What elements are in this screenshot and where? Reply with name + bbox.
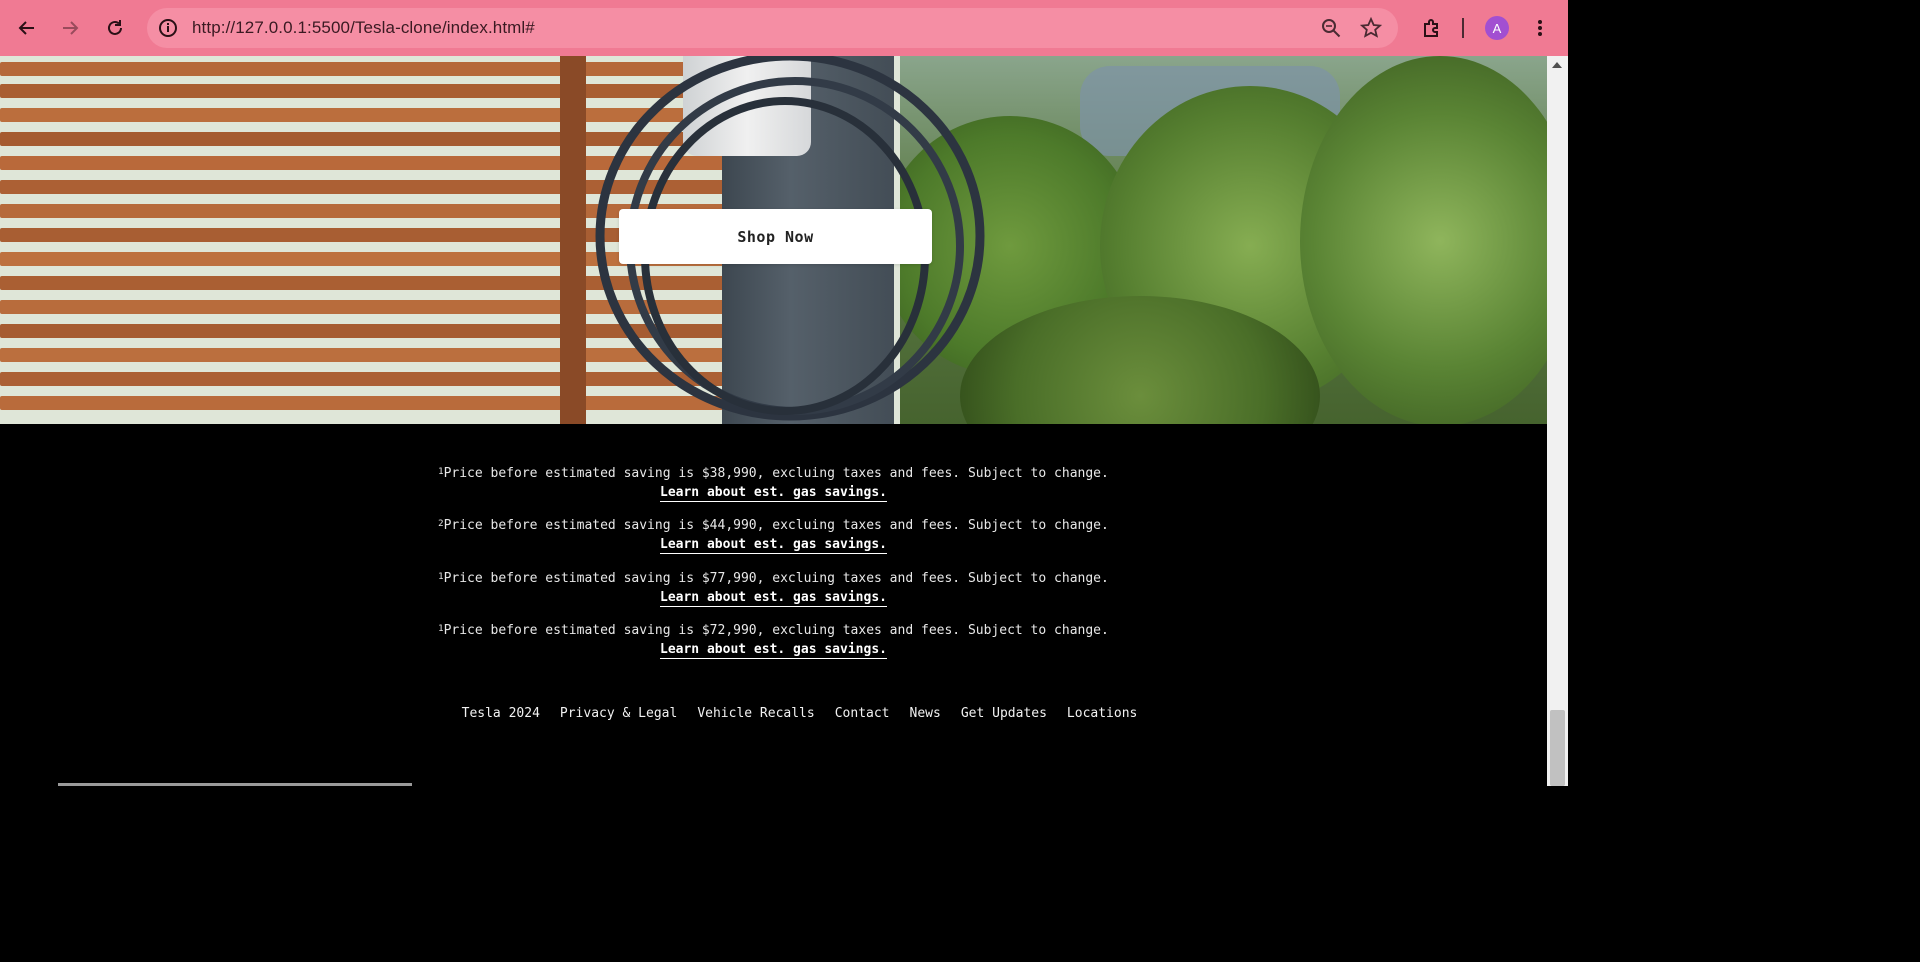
bookmark-star-icon[interactable] — [1359, 16, 1383, 43]
browser-toolbar: http://127.0.0.1:5500/Tesla-clone/index.… — [0, 0, 1568, 56]
footer-link-vehicle-recalls[interactable]: Vehicle Recalls — [697, 706, 814, 721]
scrollbar-thumb[interactable] — [1550, 710, 1565, 786]
menu-kebab-icon[interactable] — [1524, 12, 1556, 44]
footnote-marker: 1 — [438, 571, 444, 582]
site-info-icon[interactable] — [157, 17, 179, 43]
reload-icon[interactable] — [99, 12, 131, 44]
toolbar-divider — [1462, 18, 1464, 38]
horizontal-scrollbar-thumb[interactable] — [58, 783, 412, 786]
footnote-item: 2Price before estimated saving is $44,99… — [0, 516, 1547, 569]
footer-link-news[interactable]: News — [910, 706, 941, 721]
gas-savings-link[interactable]: Learn about est. gas savings. — [660, 536, 887, 554]
footnote-text: Price before estimated saving is $44,990… — [443, 518, 1109, 533]
footnote-marker: 1 — [438, 624, 444, 634]
footnote-text: Price before estimated saving is $72,990… — [443, 623, 1109, 638]
shop-now-button[interactable]: Shop Now — [619, 209, 932, 264]
pricing-footnotes: 1Price before estimated saving is $38,99… — [0, 424, 1547, 674]
footnote-item: 1Price before estimated saving is $77,99… — [0, 569, 1547, 622]
footer-link-locations[interactable]: Locations — [1067, 706, 1137, 721]
back-icon[interactable] — [11, 12, 43, 44]
footer-link-privacy-legal[interactable]: Privacy & Legal — [560, 706, 677, 721]
footnote-marker: 1 — [438, 467, 444, 477]
footer-nav: Tesla 2024 Privacy & Legal Vehicle Recal… — [0, 706, 1599, 721]
charger-hero-image: Shop Now — [0, 56, 1547, 424]
forward-icon[interactable] — [54, 12, 86, 44]
profile-avatar[interactable]: A — [1485, 16, 1509, 40]
footnote-marker: 2 — [438, 519, 444, 529]
zoom-icon[interactable] — [1320, 17, 1342, 43]
footer-link-tesla-2024[interactable]: Tesla 2024 — [462, 706, 540, 721]
gas-savings-link[interactable]: Learn about est. gas savings. — [660, 589, 887, 607]
footer-link-contact[interactable]: Contact — [835, 706, 890, 721]
address-bar[interactable]: http://127.0.0.1:5500/Tesla-clone/index.… — [147, 8, 1398, 48]
footnote-item: 1Price before estimated saving is $38,99… — [0, 424, 1547, 516]
extensions-icon[interactable] — [1416, 12, 1448, 44]
footnote-text: Price before estimated saving is $77,990… — [443, 570, 1109, 586]
url-text[interactable]: http://127.0.0.1:5500/Tesla-clone/index.… — [192, 18, 535, 38]
gas-savings-link[interactable]: Learn about est. gas savings. — [660, 641, 887, 659]
vertical-scrollbar[interactable] — [1547, 56, 1568, 786]
gas-savings-link[interactable]: Learn about est. gas savings. — [660, 484, 887, 502]
footer-link-get-updates[interactable]: Get Updates — [961, 706, 1047, 721]
scroll-up-arrow-icon[interactable] — [1552, 62, 1562, 68]
footnote-item: 1Price before estimated saving is $72,99… — [0, 621, 1547, 674]
footnote-text: Price before estimated saving is $38,990… — [443, 466, 1109, 481]
